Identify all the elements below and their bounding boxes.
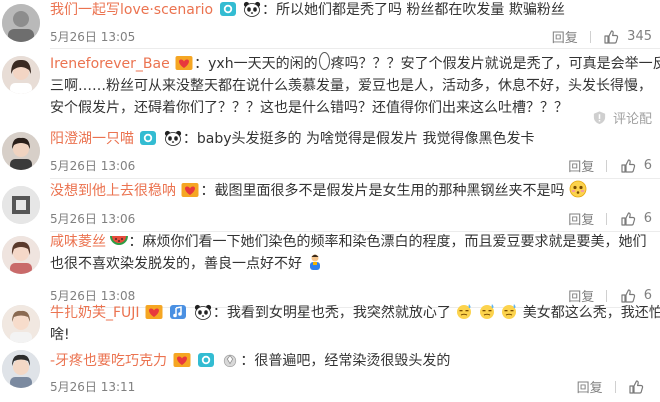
comment-text: 三啊……粉丝可从来没整天都在说什么羡慕发量，爱豆也是人，活动多，休息不好，头发长… [50,78,652,94]
music-badge-icon[interactable] [169,304,187,320]
camera-badge-icon[interactable] [139,130,157,146]
username[interactable]: 牛扎奶芙_FUJI [50,305,140,321]
comment-text: 我看到女明星也秃，我突然就放心了 [226,305,451,321]
comment-text: 美女都这么秃，我还怕 [522,305,660,321]
username[interactable]: 阳澄湖一只喵 [50,131,134,147]
heart-badge-icon[interactable] [175,55,193,71]
panda-icon [194,304,212,320]
ring-emoji-icon [318,52,330,70]
like-thumb-icon[interactable] [603,29,619,45]
username[interactable]: 没想到他上去很稳呐 [50,183,176,199]
avatar[interactable] [2,236,40,274]
like-thumb-icon[interactable] [628,379,644,395]
reply-button[interactable]: 回复 [568,156,594,175]
report-link[interactable]: 评论配 [592,108,652,127]
camera-badge-icon[interactable] [197,352,215,368]
like-count: 6 [643,211,652,226]
comment-text: 疼吗？？？安了个假发片就说是秃了，可真是会举一反 [330,56,660,72]
report-icon [592,110,607,125]
avatar[interactable] [2,186,40,224]
timestamp: 5月26日 13:06 [50,159,136,173]
heart-badge-icon[interactable] [181,182,199,198]
divider [50,48,660,49]
avatar[interactable] [2,56,40,94]
username[interactable]: 我们一起写love·scenario [50,2,213,18]
avatar[interactable] [2,4,40,42]
timestamp: 5月26日 13:06 [50,212,136,226]
watermelon-icon [110,231,128,249]
comment-text: 也很不喜欢染发脱发的，善良一点好不好 [50,256,302,272]
comment-text: 啥! [50,327,70,343]
comment-actions: 回复 [577,377,652,396]
like-thumb-icon[interactable] [620,158,636,174]
sweat-emoji-icon [455,302,473,320]
avatar[interactable] [2,350,40,388]
reply-button[interactable]: 回复 [568,209,594,228]
avatar[interactable] [2,305,40,343]
timestamp: 5月26日 13:11 [50,380,136,394]
comment-text: baby头发挺多的 为啥觉得是假发片 我觉得像黑色发卡 [196,131,535,147]
panda-icon [164,130,182,146]
sweat-emoji-icon [478,302,496,320]
reply-button[interactable]: 回复 [552,27,578,46]
timestamp: 5月26日 13:05 [50,30,136,44]
sweat-emoji-icon [500,302,518,320]
username[interactable]: -牙疼也要吃巧克力 [50,353,167,369]
reply-button[interactable]: 回复 [577,377,603,396]
comment-text: 所以她们都是秃了吗 粉丝都在吹发量 欺骗粉丝 [275,2,565,18]
like-count: 6 [643,288,652,303]
comment-text: 截图里面很多不是假发片是女生用的那种黑钢丝夹不是吗 [214,183,565,199]
comment-actions: 回复 6 [568,209,652,228]
diamond-badge-icon [221,352,239,368]
comment-text: 麻烦你们看一下她们染色的频率和染色漂白的程度，而且爱豆要求就是要美，她们 [142,234,647,250]
comment-text: 很普遍吧，经常染烫很毁头发的 [254,353,451,369]
like-count: 6 [643,158,652,173]
like-thumb-icon[interactable] [620,211,636,227]
like-count: 345 [627,29,652,44]
divider [50,178,660,179]
comment-actions: 回复 345 [552,27,652,46]
heart-badge-icon[interactable] [145,304,163,320]
comment-text: 安个假发片，还碍着你们了？？？这也是什么错吗？还值得你们出来这么吐槽？？？ [50,100,568,116]
username[interactable]: Ireneforever_Bae [50,56,170,72]
comment-actions: 回复 6 [568,156,652,175]
heart-badge-icon[interactable] [173,352,191,368]
camera-badge-icon[interactable] [219,1,237,17]
blush-emoji-icon [569,180,587,198]
comment-text: yxh一天天的闲的 [208,56,318,72]
avatar[interactable] [2,132,40,170]
panda-icon [243,1,261,17]
username[interactable]: 咸味菱丝 [50,234,106,250]
person-emoji-icon [306,253,324,271]
